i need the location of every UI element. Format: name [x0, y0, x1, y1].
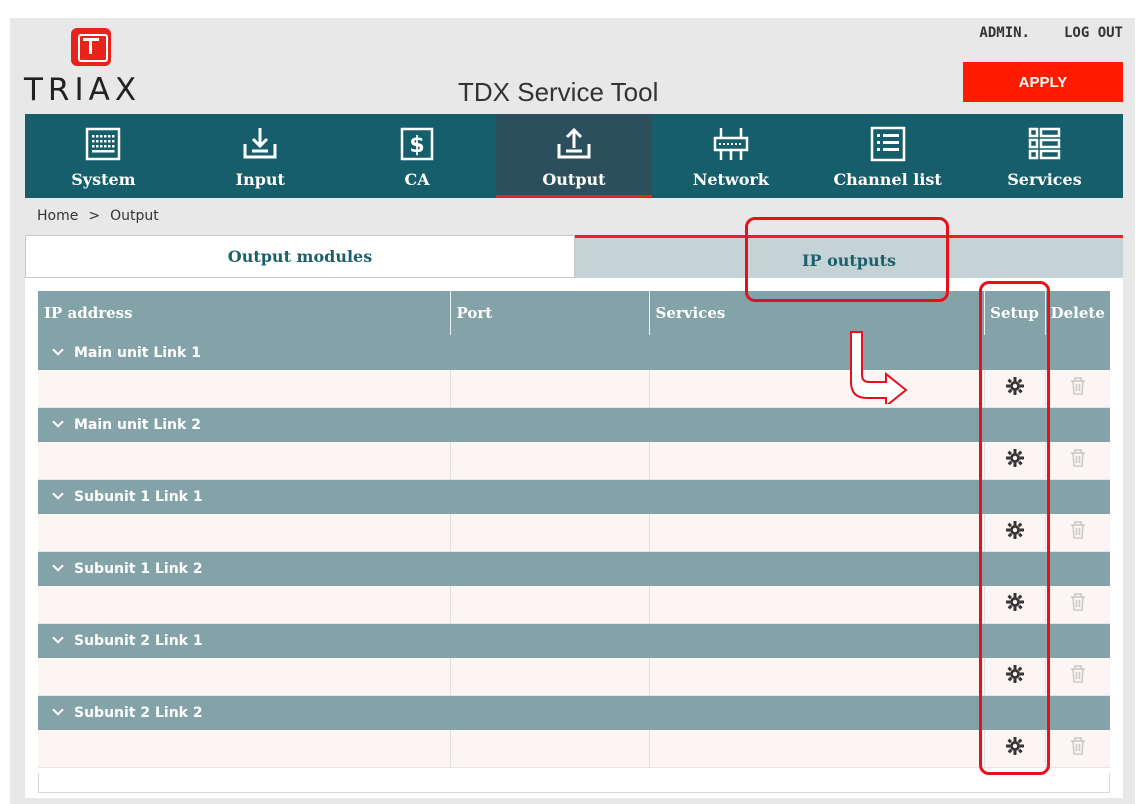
trash-icon[interactable] [1069, 449, 1087, 472]
ip-address-cell [38, 442, 451, 480]
group-row[interactable]: Subunit 1 Link 2 [38, 551, 1110, 586]
delete-cell [1045, 730, 1110, 768]
list-icon [870, 126, 905, 162]
group-row[interactable]: Main unit Link 2 [38, 407, 1110, 442]
network-switch-icon [713, 128, 749, 160]
table-row [38, 370, 1110, 408]
ip-address-cell [38, 730, 451, 768]
apply-button[interactable]: APPLY [963, 62, 1123, 102]
port-cell [450, 370, 650, 408]
nav-label-input: Input [235, 170, 285, 189]
logout-link[interactable]: LOG OUT [1064, 25, 1123, 41]
breadcrumb-home[interactable]: Home [37, 208, 78, 224]
table-row [38, 514, 1110, 552]
group-label: Subunit 2 Link 1 [74, 632, 203, 649]
table-row [38, 442, 1110, 480]
column-header-delete: Delete [1045, 291, 1110, 335]
admin-link[interactable]: ADMIN. [979, 25, 1030, 41]
services-cell [649, 442, 985, 480]
delete-cell [1045, 442, 1110, 480]
logo-text: TRIAX [24, 72, 142, 108]
group-row[interactable]: Main unit Link 1 [38, 335, 1110, 370]
download-tray-icon [243, 128, 277, 159]
group-label: Main unit Link 1 [74, 344, 201, 361]
port-cell [450, 586, 650, 624]
delete-cell [1045, 514, 1110, 552]
nav-item-ca[interactable]: $ CA [339, 114, 496, 198]
delete-cell [1045, 370, 1110, 408]
chevron-down-icon[interactable] [52, 488, 64, 500]
highlight-setup-column [979, 281, 1050, 775]
tab-bar: Output modules IP outputs [25, 235, 1123, 278]
nav-label-channel-list: Channel list [833, 170, 942, 189]
ip-address-cell [38, 658, 451, 696]
highlight-ip-outputs-tab [745, 217, 949, 302]
keyboard-icon [86, 127, 121, 161]
nav-item-system[interactable]: System [25, 114, 182, 198]
nav-label-network: Network [692, 170, 769, 189]
group-row[interactable]: Subunit 2 Link 1 [38, 623, 1110, 658]
ip-address-cell [38, 370, 451, 408]
trash-icon[interactable] [1069, 737, 1087, 760]
services-cell [649, 514, 985, 552]
nav-label-output: Output [542, 170, 606, 189]
chevron-down-icon[interactable] [52, 704, 64, 716]
trash-icon[interactable] [1069, 521, 1087, 544]
triax-logo-stem [89, 38, 92, 54]
nav-label-ca: CA [404, 170, 430, 189]
ip-outputs-table: IP address Port Services Setup Delete Ma… [38, 291, 1110, 768]
breadcrumb: Home > Output [37, 208, 159, 224]
services-cell [649, 658, 985, 696]
column-header-port: Port [450, 291, 650, 335]
services-cell [649, 730, 985, 768]
trash-icon[interactable] [1069, 593, 1087, 616]
main-nav: System Input $ CA Output Network Channel… [25, 114, 1123, 198]
port-cell [450, 730, 650, 768]
table-footer [38, 773, 1110, 793]
dollar-doc-icon: $ [400, 127, 434, 161]
group-row[interactable]: Subunit 2 Link 2 [38, 695, 1110, 730]
breadcrumb-current: Output [110, 208, 159, 224]
breadcrumb-separator: > [88, 208, 101, 224]
services-icon [1029, 127, 1061, 160]
trash-icon[interactable] [1069, 665, 1087, 688]
services-cell [649, 370, 985, 408]
port-cell [450, 658, 650, 696]
tab-output-modules[interactable]: Output modules [25, 235, 575, 278]
table-row [38, 730, 1110, 768]
nav-label-services: Services [1007, 170, 1082, 189]
table-row [38, 586, 1110, 624]
port-cell [450, 442, 650, 480]
nav-item-output[interactable]: Output [495, 114, 653, 198]
chevron-down-icon[interactable] [52, 560, 64, 572]
svg-text:$: $ [409, 133, 424, 158]
table-row [38, 658, 1110, 696]
red-arrow-icon [850, 331, 908, 404]
group-label: Main unit Link 2 [74, 416, 201, 433]
ip-address-cell [38, 514, 451, 552]
nav-label-system: System [71, 170, 136, 189]
ip-address-cell [38, 586, 451, 624]
chevron-down-icon[interactable] [52, 343, 64, 356]
nav-item-services[interactable]: Services [966, 114, 1123, 198]
app-title: TDX Service Tool [458, 77, 659, 107]
group-row[interactable]: Subunit 1 Link 1 [38, 479, 1110, 514]
group-label: Subunit 2 Link 2 [74, 704, 203, 721]
top-links: ADMIN. LOG OUT [979, 25, 1123, 41]
delete-cell [1045, 586, 1110, 624]
group-label: Subunit 1 Link 2 [74, 560, 203, 577]
group-label: Subunit 1 Link 1 [74, 488, 203, 505]
delete-cell [1045, 658, 1110, 696]
nav-item-channel-list[interactable]: Channel list [809, 114, 966, 198]
services-cell [649, 586, 985, 624]
chevron-down-icon[interactable] [52, 632, 64, 644]
upload-tray-icon [557, 127, 591, 159]
chevron-down-icon[interactable] [52, 416, 64, 428]
trash-icon[interactable] [1069, 377, 1087, 400]
port-cell [450, 514, 650, 552]
column-header-ip-address: IP address [38, 291, 451, 335]
nav-item-network[interactable]: Network [652, 114, 809, 198]
nav-item-input[interactable]: Input [182, 114, 339, 198]
